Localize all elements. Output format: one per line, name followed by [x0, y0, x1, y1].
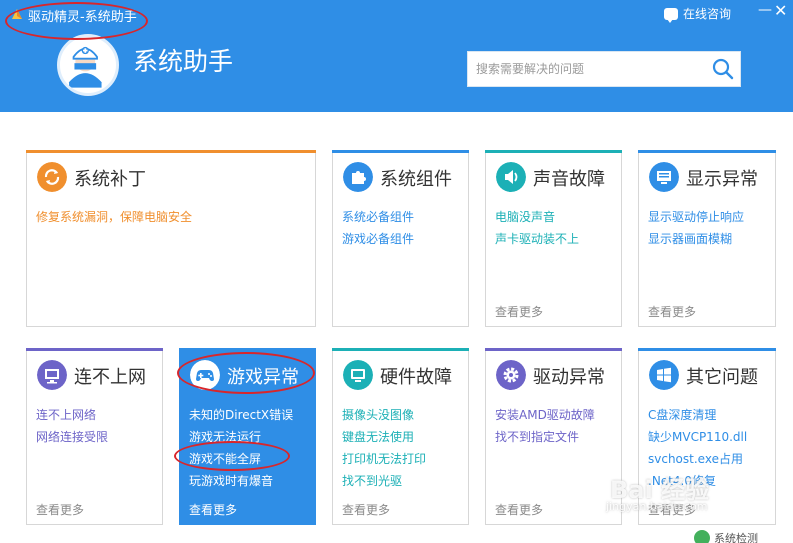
system-check-button[interactable]: 系统检测	[694, 530, 758, 543]
card-hardware-fault[interactable]: 硬件故障 摄像头没图像 键盘无法使用 打印机无法打印 找不到光驱 查看更多	[332, 348, 469, 525]
refresh-icon	[37, 162, 67, 192]
app-title: 系统助手	[133, 47, 234, 76]
card-accent-strip	[638, 150, 776, 153]
card-title: 驱动异常	[533, 367, 605, 388]
view-more-link[interactable]: 查看更多	[495, 303, 543, 320]
card-accent-strip	[638, 348, 776, 351]
card-no-network[interactable]: 连不上网 连不上网络 网络连接受限 查看更多	[26, 348, 163, 525]
card-title: 其它问题	[686, 367, 758, 388]
card-title: 系统补丁	[74, 169, 146, 190]
card-accent-strip	[332, 150, 469, 153]
search-icon[interactable]	[712, 58, 734, 80]
link-cannot-connect[interactable]: 连不上网络	[36, 404, 108, 426]
watermark-url: jingyan.baidu.com	[606, 500, 708, 513]
link-display-driver-stopped[interactable]: 显示驱动停止响应	[648, 206, 744, 228]
link-fix-vulnerability[interactable]: 修复系统漏洞，保障电脑安全	[36, 206, 192, 228]
search-box	[467, 51, 741, 87]
link-camera-no-image[interactable]: 摄像头没图像	[342, 404, 426, 426]
card-title: 显示异常	[686, 169, 758, 190]
link-no-optical-drive[interactable]: 找不到光驱	[342, 470, 426, 492]
card-accent-strip	[26, 150, 316, 153]
card-game-abnormal[interactable]: 游戏异常 未知的DirectX错误 游戏无法运行 游戏不能全屏 玩游戏时有爆音 …	[179, 348, 316, 525]
link-missing-mvcp110[interactable]: 缺少MVCP110.dll	[648, 426, 747, 448]
search-input[interactable]	[468, 52, 704, 86]
minimize-button[interactable]: —	[758, 2, 772, 18]
link-display-blurry[interactable]: 显示器画面模糊	[648, 228, 744, 250]
header-bar: 驱动精灵-系统助手 在线咨询 — ✕ 系统助手	[0, 0, 793, 112]
link-c-drive-cleanup[interactable]: C盘深度清理	[648, 404, 747, 426]
link-game-cannot-run[interactable]: 游戏无法运行	[189, 426, 293, 448]
card-sound-fault[interactable]: 声音故障 电脑没声音 声卡驱动装不上 查看更多	[485, 150, 622, 327]
online-consult-button[interactable]: 在线咨询	[664, 5, 732, 23]
link-game-crackle[interactable]: 玩游戏时有爆音	[189, 470, 293, 492]
card-title: 系统组件	[380, 169, 452, 190]
link-keyboard-unusable[interactable]: 键盘无法使用	[342, 426, 426, 448]
link-system-components[interactable]: 系统必备组件	[342, 206, 414, 228]
window-title: 驱动精灵-系统助手	[28, 10, 137, 25]
puzzle-icon	[343, 162, 373, 192]
view-more-link[interactable]: 查看更多	[342, 501, 390, 518]
link-file-not-found[interactable]: 找不到指定文件	[495, 426, 595, 448]
app-logo-icon	[12, 9, 22, 19]
link-connection-limited[interactable]: 网络连接受限	[36, 426, 108, 448]
gamepad-icon	[190, 360, 220, 390]
system-check-icon	[694, 530, 710, 543]
view-more-link[interactable]: 查看更多	[648, 303, 696, 320]
doctor-avatar-icon	[57, 34, 119, 96]
card-accent-strip	[485, 150, 622, 153]
link-game-no-fullscreen[interactable]: 游戏不能全屏	[189, 448, 293, 470]
close-button[interactable]: ✕	[774, 1, 787, 20]
online-consult-label: 在线咨询	[683, 7, 732, 21]
card-title: 连不上网	[74, 367, 146, 388]
system-check-label: 系统检测	[714, 532, 758, 543]
card-title: 声音故障	[533, 169, 605, 190]
link-game-components[interactable]: 游戏必备组件	[342, 228, 414, 250]
card-accent-strip	[332, 348, 469, 351]
card-accent-strip	[485, 348, 622, 351]
view-more-link[interactable]: 查看更多	[495, 501, 543, 518]
card-accent-strip	[179, 348, 316, 351]
view-more-link[interactable]: 查看更多	[189, 501, 237, 518]
link-directx-error[interactable]: 未知的DirectX错误	[189, 404, 293, 426]
link-soundcard-driver[interactable]: 声卡驱动装不上	[495, 228, 579, 250]
card-system-components[interactable]: 系统组件 系统必备组件 游戏必备组件	[332, 150, 469, 327]
link-printer-cannot-print[interactable]: 打印机无法打印	[342, 448, 426, 470]
view-more-link[interactable]: 查看更多	[36, 501, 84, 518]
gear-icon	[496, 360, 526, 390]
card-driver-abnormal[interactable]: 驱动异常 安装AMD驱动故障 找不到指定文件 查看更多	[485, 348, 622, 525]
hardware-icon	[343, 360, 373, 390]
network-icon	[37, 360, 67, 390]
card-accent-strip	[26, 348, 163, 351]
link-no-sound[interactable]: 电脑没声音	[495, 206, 579, 228]
card-title: 硬件故障	[380, 367, 452, 388]
windows-icon	[649, 360, 679, 390]
link-svchost-usage[interactable]: svchost.exe占用	[648, 448, 747, 470]
card-system-patch[interactable]: 系统补丁 修复系统漏洞，保障电脑安全	[26, 150, 316, 327]
monitor-icon	[649, 162, 679, 192]
speaker-icon	[496, 162, 526, 192]
link-amd-driver-install[interactable]: 安装AMD驱动故障	[495, 404, 595, 426]
card-title: 游戏异常	[227, 367, 299, 388]
chat-bubble-icon	[664, 7, 678, 23]
card-display-abnormal[interactable]: 显示异常 显示驱动停止响应 显示器画面模糊 查看更多	[638, 150, 776, 327]
